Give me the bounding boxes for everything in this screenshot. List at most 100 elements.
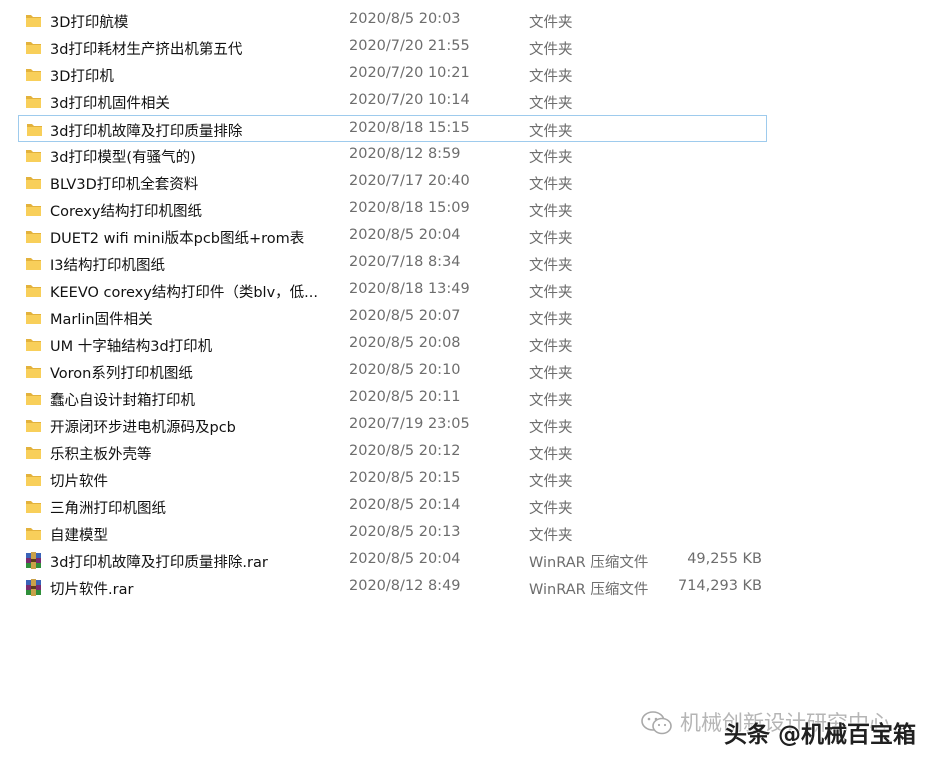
file-row[interactable]: 3d打印机故障及打印质量排除.rar 2020/8/5 20:04 WinRAR 压… xyxy=(0,547,767,574)
file-date: 2020/8/5 20:15 xyxy=(349,470,461,486)
file-date: 2020/8/5 20:08 xyxy=(349,335,461,351)
file-type: WinRAR 压缩文件 xyxy=(529,582,649,598)
file-name: Marlin固件相关 xyxy=(50,312,153,328)
folder-icon xyxy=(25,471,42,487)
file-type: 文件夹 xyxy=(529,285,573,301)
file-date: 2020/8/18 15:15 xyxy=(349,120,470,136)
file-name: 蠢心自设计封箱打印机 xyxy=(50,393,195,409)
file-date: 2020/7/18 8:34 xyxy=(349,254,461,270)
file-row[interactable]: 3d打印模型(有骚气的) 2020/8/12 8:59 文件夹 xyxy=(0,142,767,169)
file-type: 文件夹 xyxy=(529,231,573,247)
file-date: 2020/8/5 20:04 xyxy=(349,551,461,567)
file-date: 2020/8/12 8:59 xyxy=(349,146,461,162)
file-name: 3d打印耗材生产挤出机第五代 xyxy=(50,42,243,58)
file-date: 2020/8/5 20:12 xyxy=(349,443,461,459)
folder-icon xyxy=(25,282,42,298)
file-row[interactable]: 3d打印机固件相关 2020/7/20 10:14 文件夹 xyxy=(0,88,767,115)
file-row[interactable]: I3结构打印机图纸 2020/7/18 8:34 文件夹 xyxy=(0,250,767,277)
file-name: 切片软件 xyxy=(50,474,108,490)
file-name: 自建模型 xyxy=(50,528,108,544)
file-size: 714,293 KB xyxy=(677,578,762,594)
folder-icon xyxy=(25,309,42,325)
file-type: 文件夹 xyxy=(529,393,573,409)
file-row[interactable]: KEEVO corexy结构打印件（类blv，低... 2020/8/18 13:… xyxy=(0,277,767,304)
file-row[interactable]: 蠢心自设计封箱打印机 2020/8/5 20:11 文件夹 xyxy=(0,385,767,412)
file-row[interactable]: Voron系列打印机图纸 2020/8/5 20:10 文件夹 xyxy=(0,358,767,385)
file-type: 文件夹 xyxy=(529,366,573,382)
file-date: 2020/8/5 20:14 xyxy=(349,497,461,513)
file-row[interactable]: 开源闭环步进电机源码及pcb 2020/7/19 23:05 文件夹 xyxy=(0,412,767,439)
folder-icon xyxy=(25,498,42,514)
file-name: BLV3D打印机全套资料 xyxy=(50,177,199,193)
file-type: 文件夹 xyxy=(529,474,573,490)
file-type: 文件夹 xyxy=(529,528,573,544)
file-size: 49,255 KB xyxy=(687,551,762,567)
file-type: 文件夹 xyxy=(529,501,573,517)
file-date: 2020/8/18 15:09 xyxy=(349,200,470,216)
file-row[interactable]: 三角洲打印机图纸 2020/8/5 20:14 文件夹 xyxy=(0,493,767,520)
file-name: DUET2 wifi mini版本pcb图纸+rom表 xyxy=(50,231,305,247)
file-type: 文件夹 xyxy=(529,204,573,220)
folder-icon xyxy=(25,174,42,190)
file-name: 3d打印机固件相关 xyxy=(50,96,170,112)
folder-icon xyxy=(25,363,42,379)
folder-icon xyxy=(25,255,42,271)
file-name: 开源闭环步进电机源码及pcb xyxy=(50,420,236,436)
file-date: 2020/8/5 20:04 xyxy=(349,227,461,243)
wechat-icon xyxy=(641,711,672,735)
folder-icon xyxy=(25,12,42,28)
file-row[interactable]: 3D打印机 2020/7/20 10:21 文件夹 xyxy=(0,61,767,88)
file-row[interactable]: Marlin固件相关 2020/8/5 20:07 文件夹 xyxy=(0,304,767,331)
file-date: 2020/7/20 10:14 xyxy=(349,92,470,108)
folder-icon xyxy=(25,525,42,541)
file-name: 3d打印模型(有骚气的) xyxy=(50,150,196,166)
file-name: KEEVO corexy结构打印件（类blv，低... xyxy=(50,285,318,301)
file-row[interactable]: 自建模型 2020/8/5 20:13 文件夹 xyxy=(0,520,767,547)
file-type: 文件夹 xyxy=(529,42,573,58)
folder-icon xyxy=(25,93,42,109)
file-row[interactable]: BLV3D打印机全套资料 2020/7/17 20:40 文件夹 xyxy=(0,169,767,196)
file-name: 3d打印机故障及打印质量排除.rar xyxy=(50,555,268,571)
file-type: 文件夹 xyxy=(529,258,573,274)
file-name: 切片软件.rar xyxy=(50,582,134,598)
folder-icon xyxy=(25,39,42,55)
file-row[interactable]: 3d打印耗材生产挤出机第五代 2020/7/20 21:55 文件夹 xyxy=(0,34,767,61)
file-type: 文件夹 xyxy=(529,177,573,193)
file-date: 2020/8/5 20:11 xyxy=(349,389,461,405)
winrar-icon xyxy=(25,579,42,596)
folder-icon xyxy=(25,390,42,406)
file-name: I3结构打印机图纸 xyxy=(50,258,166,274)
file-row[interactable]: 乐积主板外壳等 2020/8/5 20:12 文件夹 xyxy=(0,439,767,466)
file-name: Voron系列打印机图纸 xyxy=(50,366,193,382)
folder-icon xyxy=(25,417,42,433)
file-date: 2020/8/5 20:03 xyxy=(349,11,461,27)
file-row[interactable]: Corexy结构打印机图纸 2020/8/18 15:09 文件夹 xyxy=(0,196,767,223)
file-type: 文件夹 xyxy=(529,447,573,463)
file-name: 3D打印机 xyxy=(50,69,114,85)
file-name: UM 十字轴结构3d打印机 xyxy=(50,339,213,355)
file-name: 三角洲打印机图纸 xyxy=(50,501,166,517)
file-row[interactable]: 切片软件 2020/8/5 20:15 文件夹 xyxy=(0,466,767,493)
file-type: WinRAR 压缩文件 xyxy=(529,555,649,571)
folder-icon xyxy=(25,444,42,460)
file-date: 2020/8/5 20:10 xyxy=(349,362,461,378)
file-date: 2020/8/12 8:49 xyxy=(349,578,461,594)
file-list: 3D打印航模 2020/8/5 20:03 文件夹 3d打印耗材生产挤出机第五代 202… xyxy=(0,7,943,601)
folder-icon xyxy=(25,66,42,82)
file-type: 文件夹 xyxy=(529,69,573,85)
folder-icon xyxy=(25,228,42,244)
file-row[interactable]: 切片软件.rar 2020/8/12 8:49 WinRAR 压缩文件 714,293… xyxy=(0,574,767,601)
file-row[interactable]: 3D打印航模 2020/8/5 20:03 文件夹 xyxy=(0,7,767,34)
folder-icon xyxy=(25,201,42,217)
file-row[interactable]: UM 十字轴结构3d打印机 2020/8/5 20:08 文件夹 xyxy=(0,331,767,358)
file-type: 文件夹 xyxy=(529,124,573,140)
file-date: 2020/8/5 20:13 xyxy=(349,524,461,540)
file-type: 文件夹 xyxy=(529,96,573,112)
file-name: 3d打印机故障及打印质量排除 xyxy=(50,124,243,140)
file-name: Corexy结构打印机图纸 xyxy=(50,204,202,220)
file-date: 2020/7/17 20:40 xyxy=(349,173,470,189)
file-date: 2020/7/19 23:05 xyxy=(349,416,470,432)
file-row[interactable]: DUET2 wifi mini版本pcb图纸+rom表 2020/8/5 20:0… xyxy=(0,223,767,250)
winrar-icon xyxy=(25,552,42,569)
file-row[interactable]: 3d打印机故障及打印质量排除 2020/8/18 15:15 文件夹 xyxy=(18,115,767,142)
